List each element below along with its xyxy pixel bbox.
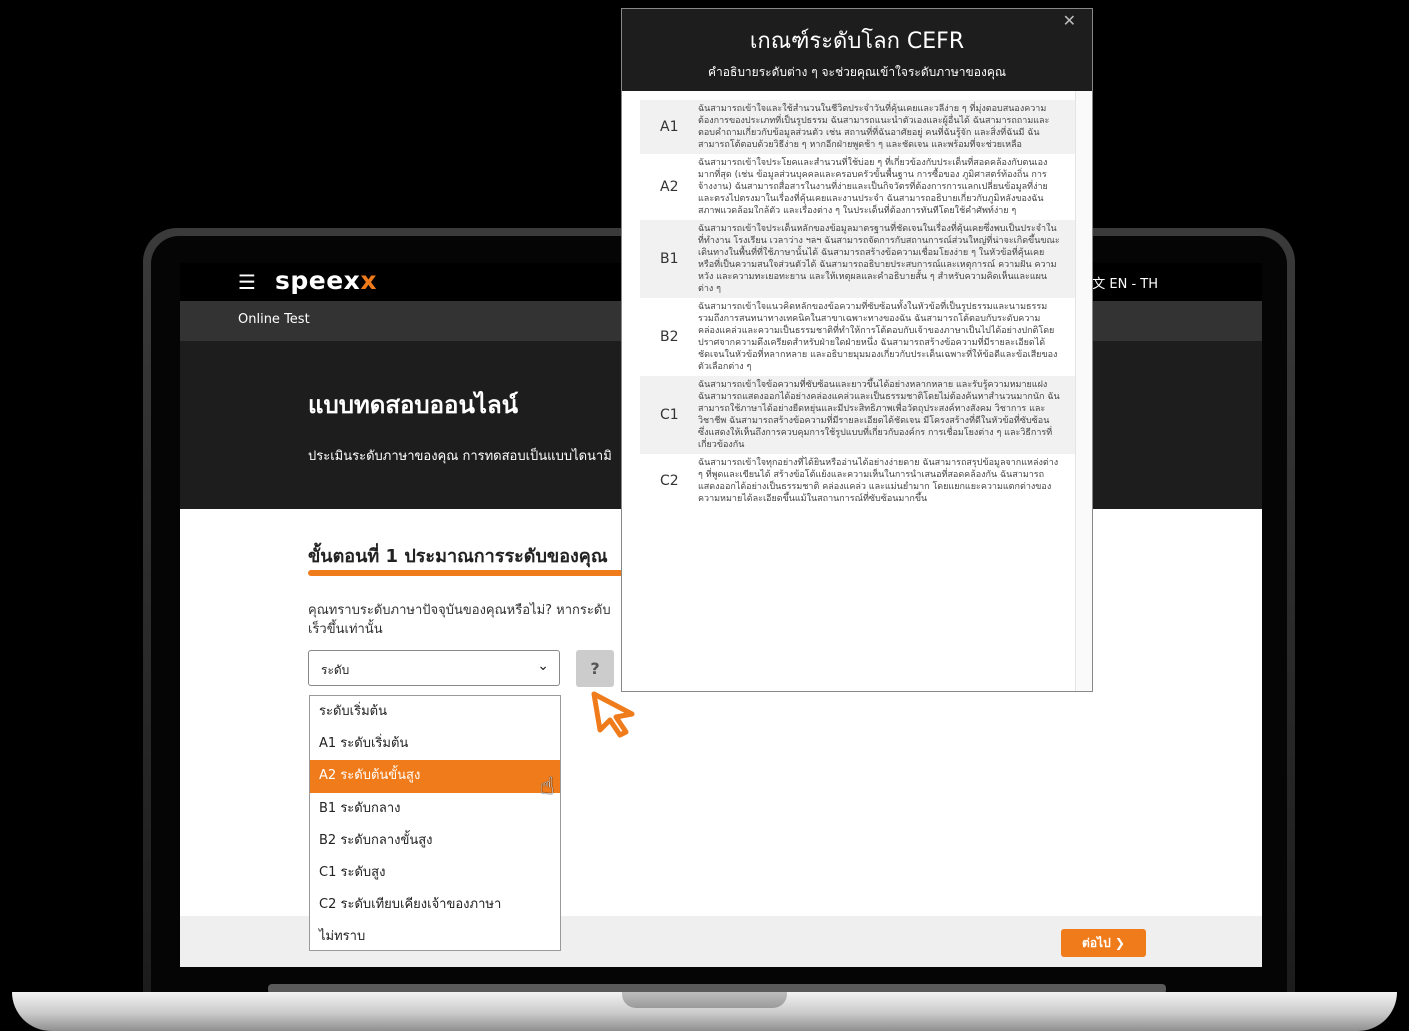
level-dropdown-list: ระดับเริ่มต้น A1 ระดับเริ่มต้น A2 ระดับต… [309,695,561,951]
cefr-level-a2: A2 ฉันสามารถเข้าใจประโยคและสำนวนที่ใช้บ่… [640,154,1076,220]
modal-scrollbar[interactable] [1075,91,1092,691]
cefr-modal: เกณฑ์ระดับโลก CEFR คำอธิบายระดับต่าง ๆ จ… [621,8,1093,692]
level-select-value: ระดับ [321,663,350,677]
cefr-level-c1: C1 ฉันสามารถเข้าใจข้อความที่ซับซ้อนและยา… [640,376,1076,454]
cefr-help-button[interactable]: ? [576,650,614,687]
level-option-highlighted[interactable]: A2 ระดับต้นขั้นสูง [310,760,560,793]
step-progress-bar [308,570,628,576]
level-option[interactable]: C1 ระดับสูง [310,857,560,889]
level-option[interactable]: B2 ระดับกลางขั้นสูง [310,825,560,857]
cefr-level-b1: B1 ฉันสามารถเข้าใจประเด็นหลักของข้อมูลมา… [640,220,1076,298]
level-option[interactable]: C2 ระดับเทียบเคียงเจ้าของภาษา [310,889,560,921]
page-subtitle: ประเมินระดับภาษาของคุณ การทดสอบเป็นแบบได… [308,449,612,464]
level-description: ฉันสามารถเข้าใจประโยคและสำนวนที่ใช้บ่อย … [698,158,1048,216]
level-description: ฉันสามารถเข้าใจและใช้สำนวนในชีวิตประจำวั… [698,104,1050,150]
arrow-cursor-icon [591,691,635,738]
level-description: ฉันสามารถเข้าใจแนวคิดหลักของข้อความที่ซั… [698,302,1058,372]
cefr-modal-title: เกณฑ์ระดับโลก CEFR [749,29,965,54]
level-option[interactable]: ไม่ทราบ [310,921,560,953]
level-select[interactable]: ระดับ ⌄ [308,650,560,686]
translate-icon: 文 [1092,277,1106,292]
close-icon[interactable]: ✕ [1063,11,1076,30]
level-code: C2 [660,473,679,489]
cefr-level-c2: C2 ฉันสามารถเข้าใจทุกอย่างที่ได้ยินหรืออ… [640,454,1076,508]
speexx-logo[interactable]: speexx [275,266,377,295]
page-title: แบบทดสอบออนไลน์ [308,391,519,419]
breadcrumb-online-test[interactable]: Online Test [238,312,310,327]
level-code: C1 [660,407,679,423]
cefr-level-a1: A1 ฉันสามารถเข้าใจและใช้สำนวนในชีวิตประจ… [640,100,1076,154]
next-button[interactable]: ต่อไป ❯ [1061,929,1146,957]
laptop-notch [622,992,787,1008]
step-title: ขั้นตอนที่ 1 ประมาณการระดับของคุณ [308,546,608,567]
level-code: B1 [660,251,679,267]
level-code: A2 [660,179,679,195]
level-code: B2 [660,329,679,345]
level-description: ฉันสามารถเข้าใจข้อความที่ซับซ้อนและยาวขึ… [698,380,1060,450]
level-option[interactable]: B1 ระดับกลาง [310,793,560,825]
hamburger-icon[interactable]: ☰ [238,272,256,292]
chevron-down-icon: ⌄ [537,658,549,674]
level-description: ฉันสามารถเข้าใจประเด็นหลักของข้อมูลมาตรฐ… [698,224,1060,294]
cefr-modal-subtitle: คำอธิบายระดับต่าง ๆ จะช่วยคุณเข้าใจระดับ… [708,65,1006,79]
level-option[interactable]: ระดับเริ่มต้น [310,696,560,728]
cefr-level-b2: B2 ฉันสามารถเข้าใจแนวคิดหลักของข้อความที… [640,298,1076,376]
cefr-modal-header: เกณฑ์ระดับโลก CEFR คำอธิบายระดับต่าง ๆ จ… [622,9,1092,91]
language-switcher[interactable]: 文 EN - TH [1092,273,1158,292]
cefr-level-list: A1 ฉันสามารถเข้าใจและใช้สำนวนในชีวิตประจ… [640,100,1076,691]
hand-pointer-icon: ☝ [540,772,555,800]
level-description: ฉันสามารถเข้าใจทุกอย่างที่ได้ยินหรืออ่าน… [698,458,1059,504]
level-question: คุณทราบระดับภาษาปัจจุบันของคุณหรือไม่? ห… [308,603,611,637]
level-option[interactable]: A1 ระดับเริ่มต้น [310,728,560,760]
level-code: A1 [660,119,679,135]
